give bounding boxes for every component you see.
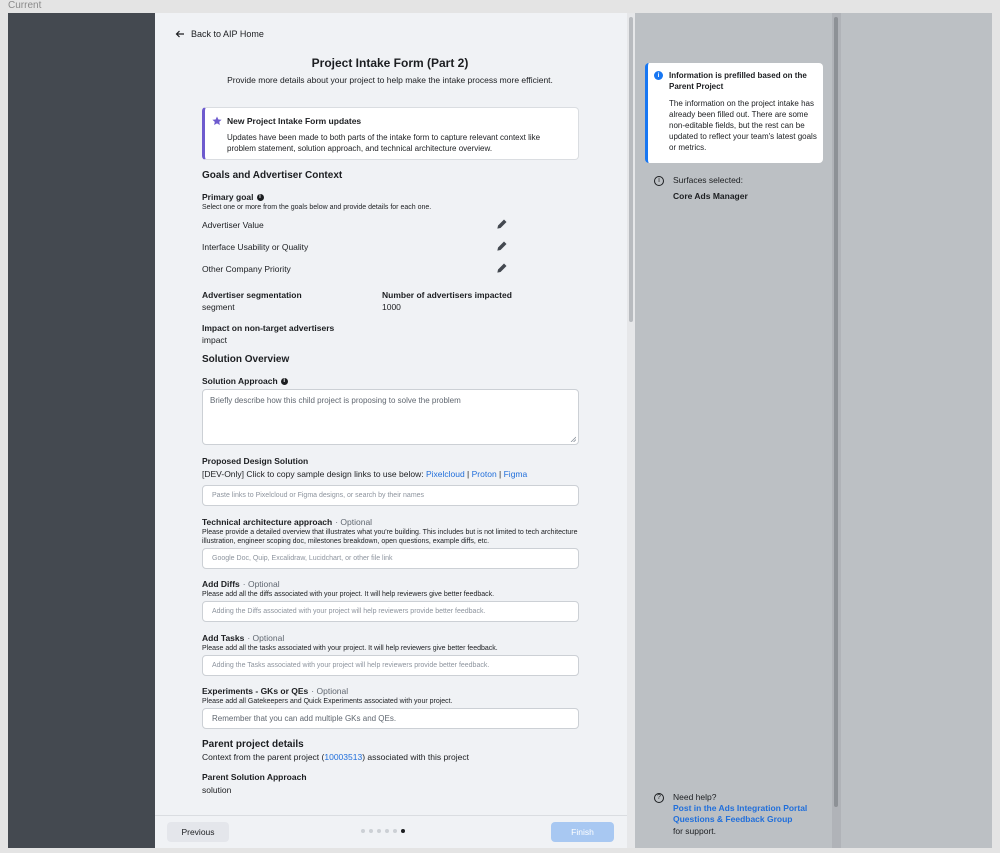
- solution-approach-textarea[interactable]: Briefly describe how this child project …: [202, 389, 579, 445]
- arrow-left-icon: [175, 30, 184, 38]
- help-suffix: for support.: [673, 826, 716, 836]
- pencil-icon[interactable]: [497, 241, 507, 251]
- advertisers-impacted-label: Number of advertisers impacted: [382, 290, 512, 300]
- impact-value: impact: [202, 335, 228, 345]
- segmentation-label: Advertiser segmentation: [202, 290, 302, 300]
- pencil-icon[interactable]: [497, 219, 507, 229]
- help-group-link[interactable]: Post in the Ads Integration Portal Quest…: [673, 803, 813, 825]
- notice-title: New Project Intake Form updates: [227, 116, 362, 126]
- star-icon: [212, 116, 222, 125]
- diffs-input[interactable]: Adding the Diffs associated with your pr…: [202, 601, 579, 622]
- info-icon[interactable]: i: [280, 377, 288, 385]
- step-dot: [385, 829, 389, 833]
- info-icon[interactable]: i: [256, 193, 264, 201]
- side-panel-scrollbar-thumb[interactable]: [834, 17, 838, 807]
- goal-row: Interface Usability or Quality: [202, 241, 507, 252]
- tech-approach-label: Technical architecture approach · Option…: [202, 517, 373, 527]
- solution-heading: Solution Overview: [202, 354, 290, 365]
- tasks-label: Add Tasks · Optional: [202, 633, 285, 643]
- step-dot-current: [401, 829, 405, 833]
- advertisers-impacted-value: 1000: [382, 302, 401, 312]
- form-scrollbar-thumb[interactable]: [629, 17, 633, 322]
- experiments-label: Experiments - GKs or QEs · Optional: [202, 686, 349, 696]
- back-link-label: Back to AIP Home: [191, 29, 264, 39]
- step-dot: [377, 829, 381, 833]
- goal-label: Interface Usability or Quality: [202, 242, 309, 252]
- prefill-info-card: i Information is prefilled based on the …: [645, 63, 823, 163]
- right-backdrop: [841, 13, 992, 848]
- finish-button[interactable]: Finish: [551, 822, 614, 842]
- parent-project-link[interactable]: 10003513: [324, 752, 362, 762]
- parent-approach-label: Parent Solution Approach: [202, 772, 307, 782]
- primary-goal-help: Select one or more from the goals below …: [202, 204, 432, 211]
- back-link[interactable]: Back to AIP Home: [175, 29, 264, 39]
- info-card-title: Information is prefilled based on the Pa…: [669, 71, 807, 91]
- canvas-label: Current: [8, 0, 42, 11]
- diffs-help: Please add all the diffs associated with…: [202, 591, 495, 598]
- surfaces-label: Surfaces selected:: [673, 175, 743, 185]
- form-footer: Previous Finish: [155, 815, 627, 848]
- surfaces-value: Core Ads Manager: [673, 191, 748, 201]
- design-help: [DEV-Only] Click to copy sample design l…: [202, 469, 528, 479]
- step-indicator: [361, 829, 405, 833]
- form-scrollbar[interactable]: [627, 13, 635, 848]
- side-panel-scrollbar[interactable]: [832, 13, 841, 848]
- left-backdrop: [8, 13, 155, 848]
- page-subtitle: Provide more details about your project …: [227, 75, 553, 85]
- step-dot: [393, 829, 397, 833]
- tasks-input[interactable]: Adding the Tasks associated with your pr…: [202, 655, 579, 676]
- info-outline-icon: i: [654, 176, 664, 186]
- info-icon: i: [654, 71, 663, 80]
- update-notice: New Project Intake Form updates Updates …: [202, 107, 579, 160]
- page-title: Project Intake Form (Part 2): [311, 56, 469, 70]
- notice-body: Updates have been made to both parts of …: [227, 133, 541, 153]
- resize-grip-icon[interactable]: [570, 436, 576, 442]
- figma-link[interactable]: Figma: [504, 469, 528, 479]
- goal-row: Other Company Priority: [202, 263, 507, 274]
- step-dot: [369, 829, 373, 833]
- intake-form: Back to AIP Home Project Intake Form (Pa…: [155, 13, 635, 848]
- goals-heading: Goals and Advertiser Context: [202, 170, 343, 181]
- info-card-body: The information on the project intake ha…: [669, 99, 817, 152]
- primary-goal-label: Primary goal i: [202, 192, 264, 202]
- solution-approach-label: Solution Approach i: [202, 376, 288, 386]
- design-links-input[interactable]: Paste links to Pixelcloud or Figma desig…: [202, 485, 579, 506]
- solution-approach-placeholder: Briefly describe how this child project …: [210, 396, 461, 405]
- goal-label: Other Company Priority: [202, 264, 291, 274]
- pencil-icon[interactable]: [497, 263, 507, 273]
- experiments-help: Please add all Gatekeepers and Quick Exp…: [202, 698, 453, 705]
- parent-context: Context from the parent project (1000351…: [202, 752, 469, 762]
- previous-button[interactable]: Previous: [167, 822, 229, 842]
- experiments-input[interactable]: Remember that you can add multiple GKs a…: [202, 708, 579, 729]
- step-dot: [361, 829, 365, 833]
- help-label: Need help?: [673, 792, 717, 802]
- side-panel: i Information is prefilled based on the …: [635, 13, 832, 848]
- tech-approach-input[interactable]: Google Doc, Quip, Excalidraw, Lucidchart…: [202, 548, 579, 569]
- tasks-help: Please add all the tasks associated with…: [202, 645, 498, 652]
- question-circle-icon: ?: [654, 793, 664, 803]
- parent-heading: Parent project details: [202, 739, 304, 750]
- impact-label: Impact on non-target advertisers: [202, 323, 335, 333]
- segmentation-value: segment: [202, 302, 235, 312]
- pixelcloud-link[interactable]: Pixelcloud: [426, 469, 465, 479]
- design-label: Proposed Design Solution: [202, 456, 309, 466]
- tech-approach-help: Please provide a detailed overview that …: [202, 529, 578, 545]
- goal-row: Advertiser Value: [202, 219, 507, 230]
- goal-label: Advertiser Value: [202, 220, 264, 230]
- proton-link[interactable]: Proton: [472, 469, 497, 479]
- diffs-label: Add Diffs · Optional: [202, 579, 280, 589]
- parent-approach-value: solution: [202, 785, 232, 795]
